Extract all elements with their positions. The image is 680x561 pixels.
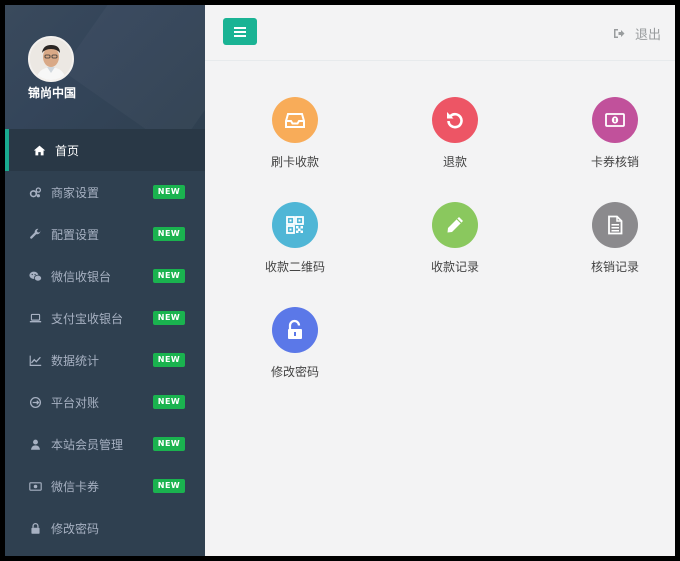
gears-icon [27, 184, 43, 200]
tile-circle [272, 97, 318, 143]
lock-icon [27, 520, 43, 536]
sidebar-menu: 首页 商家设置 NEW 配置设置 NEW 微信收银台 NEW 支付宝收银台 NE… [5, 129, 205, 549]
tile-label: 刷卡收款 [270, 155, 319, 169]
money-icon [27, 478, 43, 494]
profile-area: 锦尚中国 [5, 5, 205, 129]
sidebar-item-wechat-cashier[interactable]: 微信收银台 NEW [5, 255, 205, 297]
sidebar-item-label: 配置设置 [51, 227, 100, 242]
tile-label: 核销记录 [590, 260, 639, 274]
tile-verification-records[interactable]: 核销记录 [565, 202, 665, 275]
qrcode-icon [286, 216, 304, 234]
sidebar-item-merchant-settings[interactable]: 商家设置 NEW [5, 171, 205, 213]
app-frame: 锦尚中国 首页 商家设置 NEW 配置设置 NEW 微信收银台 NEW 支付宝收… [5, 5, 675, 556]
tile-payment-records[interactable]: 收款记录 [405, 202, 505, 275]
inbox-icon [285, 113, 305, 128]
bars-icon [234, 26, 246, 37]
tile-change-password[interactable]: 修改密码 [245, 307, 345, 380]
main-content: 退出 刷卡收款 退款 卡券核销 收款二维码 收款记录 核销记录 修改密码 [205, 5, 675, 556]
line-chart-icon [27, 352, 43, 368]
new-badge: NEW [153, 227, 185, 241]
file-icon [608, 215, 623, 235]
tile-label: 修改密码 [270, 365, 319, 379]
pencil-icon [447, 217, 463, 233]
tile-circle [432, 202, 478, 248]
sidebar-item-change-password[interactable]: 修改密码 [5, 507, 205, 549]
tile-label: 收款二维码 [264, 260, 325, 274]
tile-card-payment[interactable]: 刷卡收款 [245, 97, 345, 170]
new-badge: NEW [153, 395, 185, 409]
wechat-icon [27, 268, 43, 284]
money-icon [605, 113, 625, 127]
sidebar-item-label: 微信收银台 [51, 269, 112, 284]
new-badge: NEW [153, 311, 185, 325]
unlock-icon [288, 319, 302, 339]
wrench-icon [27, 226, 43, 242]
shop-name: 锦尚中国 [28, 86, 77, 100]
tile-circle [432, 97, 478, 143]
sidebar-item-label: 本站会员管理 [51, 437, 124, 452]
new-badge: NEW [153, 185, 185, 199]
sidebar-item-label: 平台对账 [51, 395, 100, 410]
sidebar-item-data-statistics[interactable]: 数据统计 NEW [5, 339, 205, 381]
sidebar: 锦尚中国 首页 商家设置 NEW 配置设置 NEW 微信收银台 NEW 支付宝收… [5, 5, 205, 556]
tile-circle [272, 202, 318, 248]
sidebar-item-label: 微信卡券 [51, 479, 100, 494]
top-navbar: 退出 [205, 5, 675, 61]
tile-coupon-verification[interactable]: 卡券核销 [565, 97, 665, 170]
user-icon [27, 436, 43, 452]
tile-label: 退款 [442, 155, 467, 169]
tile-payment-qrcode[interactable]: 收款二维码 [245, 202, 345, 275]
reconcile-icon [27, 394, 43, 410]
sidebar-item-wechat-coupons[interactable]: 微信卡券 NEW [5, 465, 205, 507]
tile-refund[interactable]: 退款 [405, 97, 505, 170]
sidebar-item-platform-reconciliation[interactable]: 平台对账 NEW [5, 381, 205, 423]
menu-toggle-button[interactable] [223, 18, 257, 45]
logout-label: 退出 [634, 28, 661, 43]
sidebar-item-label: 商家设置 [51, 185, 100, 200]
sidebar-item-home[interactable]: 首页 [5, 129, 205, 171]
avatar[interactable] [28, 36, 74, 82]
sidebar-item-label: 修改密码 [51, 521, 100, 536]
sidebar-item-label: 支付宝收银台 [51, 311, 124, 326]
new-badge: NEW [153, 437, 185, 451]
logout-link[interactable]: 退出 [613, 24, 661, 43]
new-badge: NEW [153, 479, 185, 493]
profile-decoration [62, 5, 205, 129]
sidebar-item-config-settings[interactable]: 配置设置 NEW [5, 213, 205, 255]
undo-icon [447, 112, 463, 129]
new-badge: NEW [153, 353, 185, 367]
home-icon [31, 142, 47, 158]
laptop-icon [27, 310, 43, 326]
sidebar-item-alipay-cashier[interactable]: 支付宝收银台 NEW [5, 297, 205, 339]
tile-circle [592, 97, 638, 143]
new-badge: NEW [153, 269, 185, 283]
tile-label: 收款记录 [430, 260, 479, 274]
sign-out-icon [613, 28, 625, 39]
tile-circle [272, 307, 318, 353]
sidebar-item-label: 数据统计 [51, 353, 100, 368]
tile-label: 卡券核销 [590, 155, 639, 169]
sidebar-item-member-management[interactable]: 本站会员管理 NEW [5, 423, 205, 465]
tile-circle [592, 202, 638, 248]
sidebar-item-label: 首页 [55, 143, 80, 158]
